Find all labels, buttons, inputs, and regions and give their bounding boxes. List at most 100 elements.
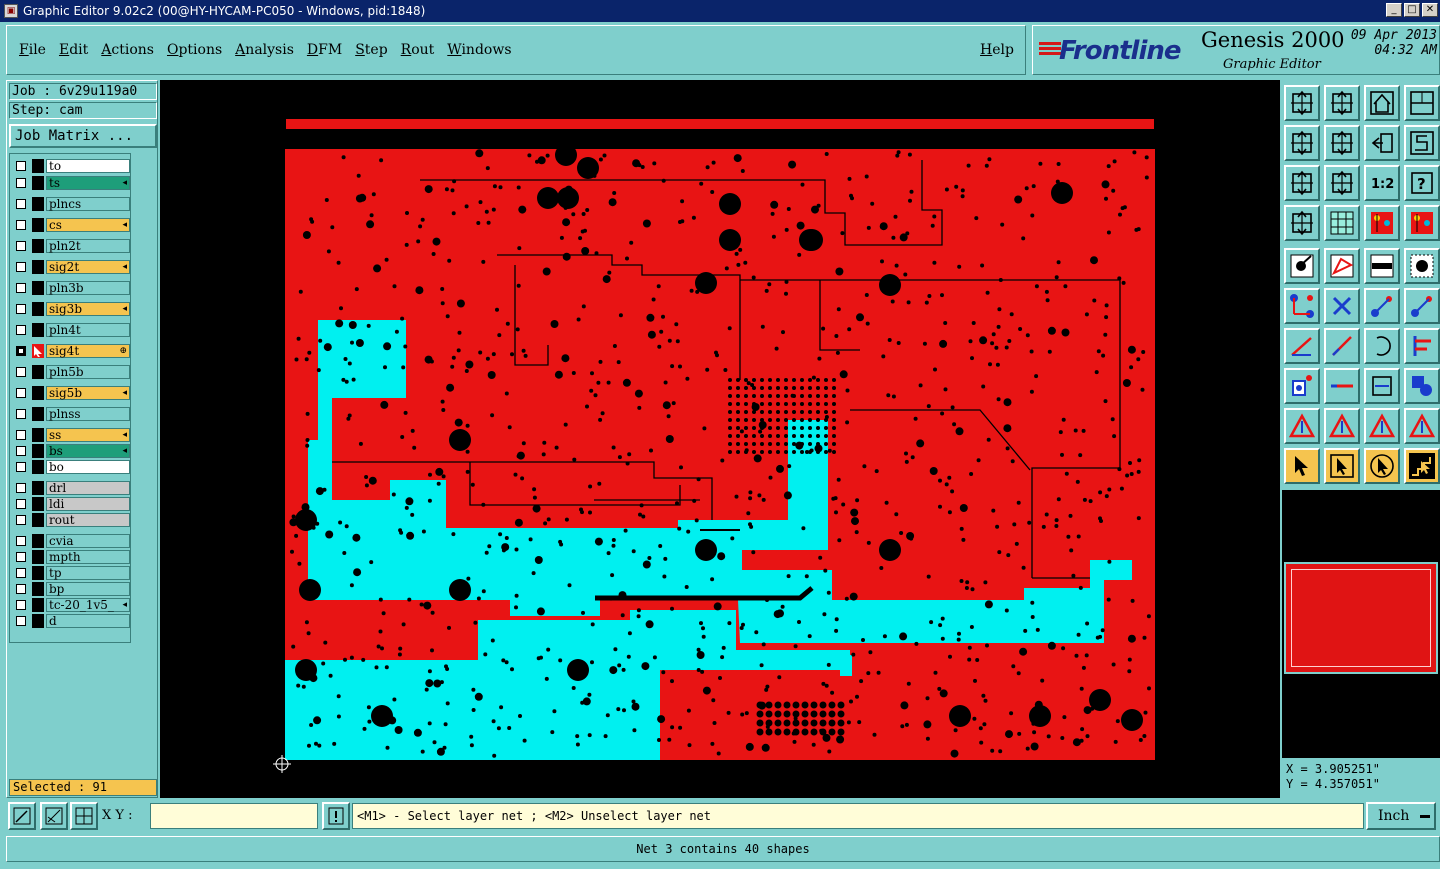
area-tool[interactable] — [1324, 248, 1360, 284]
layer-row-ts[interactable]: ts ◂ — [12, 176, 130, 190]
menu-analysis[interactable]: Analysis — [235, 42, 294, 58]
layer-checkbox[interactable] — [16, 536, 26, 546]
layer-row-plnss[interactable]: plnss — [12, 407, 130, 421]
layer-name[interactable]: ss ◂ — [46, 428, 130, 442]
layer-row-ldi[interactable]: ldi — [12, 497, 130, 511]
layer-name[interactable]: drl — [46, 481, 130, 495]
layer-row-tp[interactable]: tp — [12, 566, 130, 580]
job-matrix-button[interactable]: Job Matrix ... — [9, 124, 157, 148]
ratio-tool[interactable]: 1:2 — [1364, 165, 1400, 201]
arc-tool[interactable] — [1364, 328, 1400, 364]
layer-row-pln5b[interactable]: pln5b — [12, 365, 130, 379]
measure-tool[interactable] — [1364, 368, 1400, 404]
layer-checkbox[interactable] — [16, 241, 26, 251]
layer-name[interactable]: bo — [46, 460, 130, 474]
layer-name[interactable]: plncs — [46, 197, 130, 211]
layer-row-sig3b[interactable]: sig3b ◂ — [12, 302, 130, 316]
line-hz-tool[interactable] — [1324, 368, 1360, 404]
layer-checkbox[interactable] — [16, 600, 26, 610]
layer-checkbox[interactable] — [16, 178, 26, 188]
shapes-tool[interactable] — [1404, 368, 1440, 404]
triangle-up-tool[interactable] — [1324, 408, 1360, 444]
layer-checkbox[interactable] — [16, 220, 26, 230]
layer-name[interactable]: rout — [46, 513, 130, 527]
layer-name[interactable]: sig5b ◂ — [46, 386, 130, 400]
layer-checkbox[interactable] — [16, 367, 26, 377]
pad-select-tool[interactable] — [1284, 248, 1320, 284]
layer-checkbox[interactable] — [16, 346, 26, 356]
layer-checkbox[interactable] — [16, 515, 26, 525]
measure-icon[interactable] — [40, 802, 68, 830]
triangle-line-tool[interactable] — [1404, 408, 1440, 444]
layer-down-tool[interactable] — [1324, 85, 1360, 121]
layer-name[interactable]: sig2t ◂ — [46, 260, 130, 274]
layer-name[interactable]: bs ◂ — [46, 444, 130, 458]
layer-row-sig2t[interactable]: sig2t ◂ — [12, 260, 130, 274]
layer-checkbox[interactable] — [16, 430, 26, 440]
layer-checkbox[interactable] — [16, 499, 26, 509]
overview-map[interactable] — [1282, 490, 1440, 758]
menu-actions[interactable]: Actions — [101, 42, 154, 58]
layer-checkbox[interactable] — [16, 199, 26, 209]
layer-row-pln4t[interactable]: pln4t — [12, 323, 130, 337]
layer-name[interactable]: cs ◂ — [46, 218, 130, 232]
layer-row-plncs[interactable]: plncs — [12, 197, 130, 211]
layer-checkbox[interactable] — [16, 616, 26, 626]
layer-checkbox[interactable] — [16, 304, 26, 314]
layer-name[interactable]: tc-20_1v5_ ◂ — [46, 598, 130, 612]
exclamation-icon[interactable] — [322, 802, 350, 830]
layer-row-bs[interactable]: bs ◂ — [12, 444, 130, 458]
line-node-tool[interactable] — [1364, 288, 1400, 324]
arc-node-tool[interactable] — [1404, 288, 1440, 324]
minimize-button[interactable]: _ — [1386, 3, 1402, 17]
close-button[interactable]: ✕ — [1422, 3, 1438, 17]
split-view-tool[interactable] — [1404, 85, 1440, 121]
layer-checkbox[interactable] — [16, 283, 26, 293]
graphic-canvas[interactable] — [160, 80, 1280, 798]
layer-row-sig5b[interactable]: sig5b ◂ — [12, 386, 130, 400]
layer-row-pln3b[interactable]: pln3b — [12, 281, 130, 295]
snap-icon[interactable] — [8, 802, 36, 830]
pan-left-tool[interactable] — [1284, 125, 1320, 161]
layer-name[interactable]: pln5b — [46, 365, 130, 379]
layer-name[interactable]: pln4t — [46, 323, 130, 337]
layer-row-bo[interactable]: bo — [12, 460, 130, 474]
layer-row-sig4t[interactable]: sig4t ⊕ — [12, 344, 130, 358]
properties-tool[interactable] — [1284, 205, 1320, 241]
layer-checkbox[interactable] — [16, 483, 26, 493]
pad-square-tool[interactable] — [1284, 368, 1320, 404]
zoom-center-tool[interactable] — [1324, 165, 1360, 201]
layer-checkbox[interactable] — [16, 325, 26, 335]
layer-row-pln2t[interactable]: pln2t — [12, 239, 130, 253]
maximize-button[interactable]: □ — [1404, 3, 1420, 17]
layer-row-bp[interactable]: bp — [12, 582, 130, 596]
layer-row-rout[interactable]: rout — [12, 513, 130, 527]
triangle-arrow-tool[interactable] — [1364, 408, 1400, 444]
layer-name[interactable]: sig4t ⊕ — [46, 344, 130, 358]
pointer-box-tool[interactable] — [1324, 448, 1360, 484]
menu-help[interactable]: Help — [980, 42, 1014, 58]
layer-name[interactable]: tp — [46, 566, 130, 580]
cross-tool[interactable] — [1324, 288, 1360, 324]
help-tool[interactable]: ? — [1404, 165, 1440, 201]
layer-name[interactable]: plnss — [46, 407, 130, 421]
layer-name[interactable]: cvia — [46, 534, 130, 548]
layer-row-d[interactable]: d — [12, 614, 130, 628]
node-net-tool[interactable] — [1284, 288, 1320, 324]
menu-edit[interactable]: Edit — [59, 42, 88, 58]
zoom-fit-tool[interactable] — [1284, 165, 1320, 201]
layer-name[interactable]: pln2t — [46, 239, 130, 253]
grid-view-tool[interactable] — [1324, 205, 1360, 241]
connect-tool[interactable] — [1404, 328, 1440, 364]
layer-name[interactable]: bp — [46, 582, 130, 596]
redraw-tool[interactable] — [1404, 125, 1440, 161]
home-tool[interactable] — [1364, 85, 1400, 121]
drill-tool[interactable] — [1404, 248, 1440, 284]
menu-windows[interactable]: Windows — [447, 42, 511, 58]
layer-row-cs[interactable]: cs ◂ — [12, 218, 130, 232]
layer-row-cvia[interactable]: cvia — [12, 534, 130, 548]
layer-checkbox[interactable] — [16, 161, 26, 171]
xy-input[interactable] — [150, 803, 318, 829]
pointer-stairs-tool[interactable] — [1404, 448, 1440, 484]
undo-view-tool[interactable] — [1364, 125, 1400, 161]
